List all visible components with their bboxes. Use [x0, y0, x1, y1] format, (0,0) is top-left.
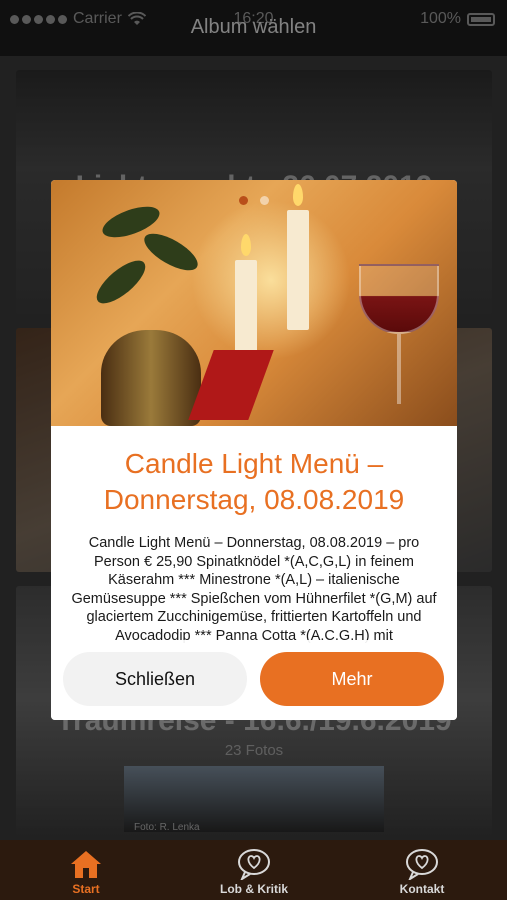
pager-dot[interactable] — [260, 196, 269, 205]
tab-bar: Start Lob & Kritik Kontakt — [0, 840, 507, 900]
tab-start[interactable]: Start — [26, 840, 146, 900]
modal-title: Candle Light Menü – Donnerstag, 08.08.20… — [103, 448, 405, 515]
tab-label: Lob & Kritik — [220, 882, 288, 896]
modal-footer: Schließen Mehr — [51, 640, 457, 720]
modal-description: Candle Light Menü – Donnerstag, 08.08.20… — [71, 535, 437, 644]
heart-bubble-icon — [406, 849, 438, 880]
tab-label: Start — [72, 882, 100, 896]
vase-shape — [101, 330, 201, 426]
event-image — [51, 180, 457, 426]
tab-feedback[interactable]: Lob & Kritik — [194, 840, 314, 900]
event-modal: Candle Light Menü – Donnerstag, 08.08.20… — [51, 180, 457, 720]
wine-glass-shape — [359, 264, 439, 334]
heart-bubble-icon — [238, 849, 270, 880]
tab-label: Kontakt — [399, 882, 445, 896]
candle-flame-icon — [241, 234, 251, 256]
more-button[interactable]: Mehr — [260, 652, 444, 706]
close-button[interactable]: Schließen — [63, 652, 247, 706]
home-icon — [71, 851, 101, 878]
image-pager[interactable] — [51, 196, 457, 205]
tab-contact[interactable]: Kontakt — [362, 840, 482, 900]
pager-dot[interactable] — [239, 196, 248, 205]
